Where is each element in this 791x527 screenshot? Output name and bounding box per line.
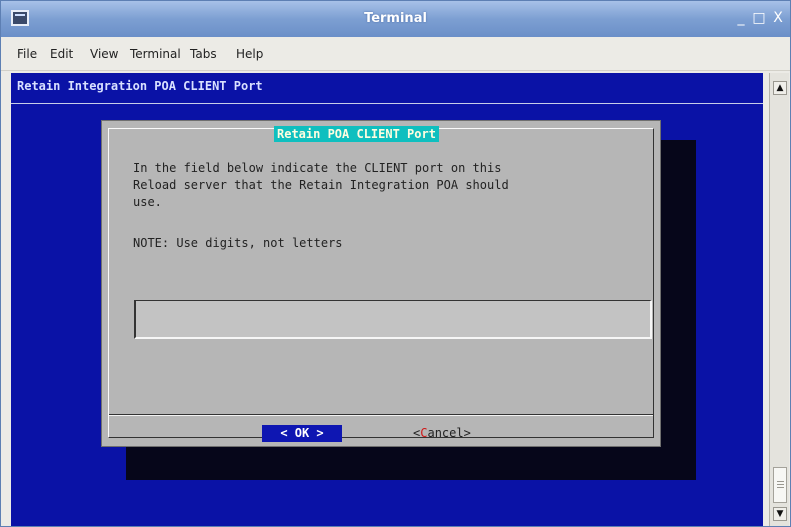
- scroll-down-icon[interactable]: ▼: [773, 507, 787, 521]
- dialog-frame: Retain POA CLIENT Port In the field belo…: [108, 126, 654, 442]
- dialog-instructions: In the field below indicate the CLIENT p…: [133, 161, 509, 209]
- terminal-window: Terminal _ □ X File Edit View Terminal T…: [0, 0, 791, 527]
- cancel-rest: ancel>: [427, 426, 471, 440]
- menu-edit[interactable]: Edit: [50, 47, 73, 61]
- close-button[interactable]: X: [770, 10, 786, 26]
- maximize-button[interactable]: □: [751, 10, 767, 26]
- scroll-up-icon[interactable]: ▲: [773, 81, 787, 95]
- menu-terminal[interactable]: Terminal: [130, 47, 181, 61]
- header-divider: [11, 103, 763, 104]
- cancel-button[interactable]: <Cancel>: [413, 425, 471, 442]
- button-separator-highlight: [109, 415, 653, 416]
- client-port-input[interactable]: [134, 300, 652, 339]
- title-bar[interactable]: Terminal _ □ X: [1, 1, 790, 37]
- menu-file[interactable]: File: [17, 47, 37, 61]
- window-title: Terminal: [364, 11, 427, 26]
- vertical-scrollbar[interactable]: ▲ ▼: [769, 73, 789, 526]
- menu-help[interactable]: Help: [236, 47, 263, 61]
- screen-header: Retain Integration POA CLIENT Port: [17, 79, 263, 93]
- dialog-note: NOTE: Use digits, not letters: [133, 236, 343, 250]
- port-dialog: Retain POA CLIENT Port In the field belo…: [101, 120, 661, 447]
- minimize-button[interactable]: _: [733, 10, 749, 26]
- scrollbar-thumb[interactable]: [773, 467, 787, 503]
- menu-bar: File Edit View Terminal Tabs Help: [1, 37, 790, 71]
- menu-tabs[interactable]: Tabs: [190, 47, 217, 61]
- menu-view[interactable]: View: [90, 47, 118, 61]
- terminal-screen[interactable]: Retain Integration POA CLIENT Port Retai…: [11, 73, 763, 526]
- ok-button[interactable]: < OK >: [262, 425, 342, 442]
- dialog-title: Retain POA CLIENT Port: [274, 126, 439, 142]
